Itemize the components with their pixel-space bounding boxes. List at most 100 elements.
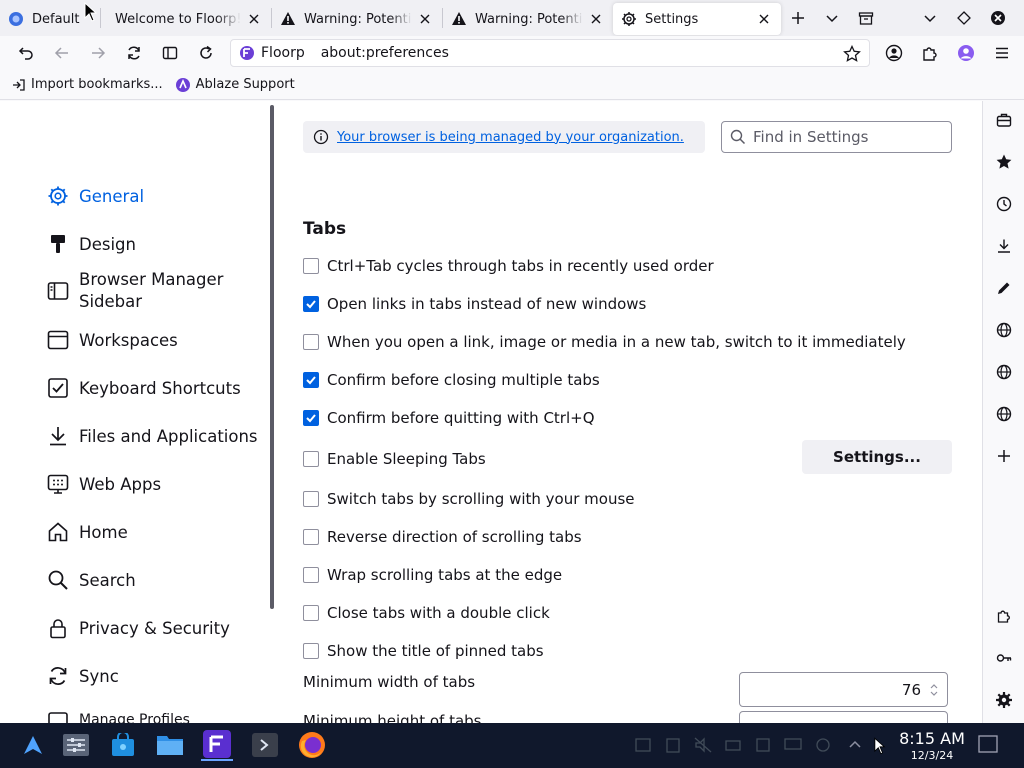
plus-icon[interactable] [992,444,1016,468]
undo-close-button[interactable] [8,38,44,68]
clock-tray-icon[interactable] [814,737,832,753]
tab-settings[interactable]: Settings [613,3,781,35]
sleeping-tabs-settings-button[interactable]: Settings... [802,440,952,474]
tab-warning-2[interactable]: Warning: Potentia [443,3,613,35]
tab-welcome[interactable]: Welcome to Floorp! [101,3,271,35]
category-privacy-security[interactable]: Privacy & Security [46,616,230,640]
min-width-input[interactable]: 76 [739,672,948,707]
globe-icon[interactable] [992,402,1016,426]
option-open-links-in-tabs[interactable]: Open links in tabs instead of new window… [303,295,646,313]
history-icon[interactable] [992,192,1016,216]
sync-button[interactable] [116,38,152,68]
mute-icon[interactable] [694,737,712,753]
globe-icon[interactable] [992,318,1016,342]
back-button[interactable] [44,38,80,68]
terminal-app[interactable] [249,729,281,761]
extensions-button[interactable] [912,38,948,68]
tray-expand-icon[interactable] [846,737,864,753]
checkbox[interactable] [303,296,319,312]
category-search[interactable]: Search [46,568,136,592]
checkbox[interactable] [303,605,319,621]
checkbox[interactable] [303,258,319,274]
checkbox[interactable] [303,334,319,350]
category-general[interactable]: General [46,184,144,208]
category-manage-profiles[interactable]: Manage Profiles [46,708,190,723]
category-design[interactable]: Design [46,232,136,256]
show-desktop-button[interactable] [978,735,998,753]
option-reverse-scroll[interactable]: Reverse direction of scrolling tabs [303,528,582,546]
pen-icon[interactable] [992,276,1016,300]
floorp-app[interactable] [201,729,233,761]
category-sync[interactable]: Sync [46,664,119,688]
close-icon[interactable] [587,10,605,28]
bookmark-ablaze-support[interactable]: Ablaze Support [175,77,295,93]
checkbox[interactable] [303,410,319,426]
site-identity[interactable]: Floorp [239,45,315,61]
category-browser-manager-sidebar[interactable]: Browser Manager Sidebar [46,269,229,313]
option-scroll-switch-tabs[interactable]: Switch tabs by scrolling with your mouse [303,490,635,508]
network-icon[interactable] [724,737,742,753]
address-bar[interactable]: Floorp about:preferences [230,39,870,67]
close-icon[interactable] [245,10,263,28]
option-pinned-tab-title[interactable]: Show the title of pinned tabs [303,642,544,660]
option-switch-to-new-tab[interactable]: When you open a link, image or media in … [303,333,906,351]
find-in-settings-input[interactable]: Find in Settings [721,121,952,153]
key-icon[interactable] [992,646,1016,670]
menu-button[interactable] [984,38,1020,68]
policies-link[interactable]: Your browser is being managed by your or… [337,130,684,145]
tray-icon[interactable] [634,737,652,753]
close-icon[interactable] [755,10,773,28]
option-ctrl-tab-recent[interactable]: Ctrl+Tab cycles through tabs in recently… [303,257,714,275]
close-icon[interactable] [416,10,434,28]
store-app[interactable] [107,729,139,761]
account-button[interactable] [876,38,912,68]
profile-button[interactable] [948,38,984,68]
sidebar-toggle-button[interactable] [152,38,188,68]
list-all-tabs-button[interactable] [815,2,849,34]
option-enable-sleeping-tabs[interactable]: Enable Sleeping Tabs [303,450,486,468]
system-settings-app[interactable] [60,729,92,761]
option-double-click-close[interactable]: Close tabs with a double click [303,604,550,622]
undo-icon [18,47,33,60]
checkbox[interactable] [303,643,319,659]
clipboard-icon[interactable] [664,737,682,753]
category-home[interactable]: Home [46,520,128,544]
option-confirm-close-multiple[interactable]: Confirm before closing multiple tabs [303,371,600,389]
firefox-view-button[interactable] [849,2,883,34]
checkbox[interactable] [303,529,319,545]
checkbox[interactable] [303,372,319,388]
option-wrap-scroll[interactable]: Wrap scrolling tabs at the edge [303,566,562,584]
bookmark-import[interactable]: Import bookmarks... [12,77,163,92]
download-icon[interactable] [992,234,1016,258]
category-files-and-applications[interactable]: Files and Applications [46,424,258,448]
clock[interactable]: 8:15 AM 12/3/24 [890,729,974,762]
checkbox[interactable] [303,567,319,583]
new-tab-button[interactable] [781,2,815,34]
tab-warning-1[interactable]: Warning: Potentia [272,3,442,35]
reload-button[interactable] [188,38,224,68]
forward-button[interactable] [80,38,116,68]
star-icon[interactable] [992,150,1016,174]
globe-icon[interactable] [992,360,1016,384]
category-workspaces[interactable]: Workspaces [46,328,178,352]
briefcase-icon[interactable] [992,108,1016,132]
firefox-app[interactable] [296,729,328,761]
close-window-button[interactable] [981,2,1015,34]
url-text[interactable]: about:preferences [321,45,449,61]
checkbox[interactable] [303,451,319,467]
window-chevron-button[interactable] [913,2,947,34]
category-keyboard-shortcuts[interactable]: Keyboard Shortcuts [46,376,241,400]
display-icon[interactable] [784,737,802,753]
option-confirm-quit[interactable]: Confirm before quitting with Ctrl+Q [303,409,595,427]
start-menu-button[interactable] [17,729,49,761]
puzzle-icon[interactable] [992,604,1016,628]
category-web-apps[interactable]: Web Apps [46,472,161,496]
sidebar-scrollbar[interactable] [270,105,274,609]
min-height-input[interactable] [739,711,948,723]
storage-icon[interactable] [754,737,772,753]
restore-window-button[interactable] [947,2,981,34]
bookmark-star-icon[interactable] [843,44,861,67]
gear-icon[interactable] [992,688,1016,712]
file-manager-app[interactable] [154,729,186,761]
checkbox[interactable] [303,491,319,507]
